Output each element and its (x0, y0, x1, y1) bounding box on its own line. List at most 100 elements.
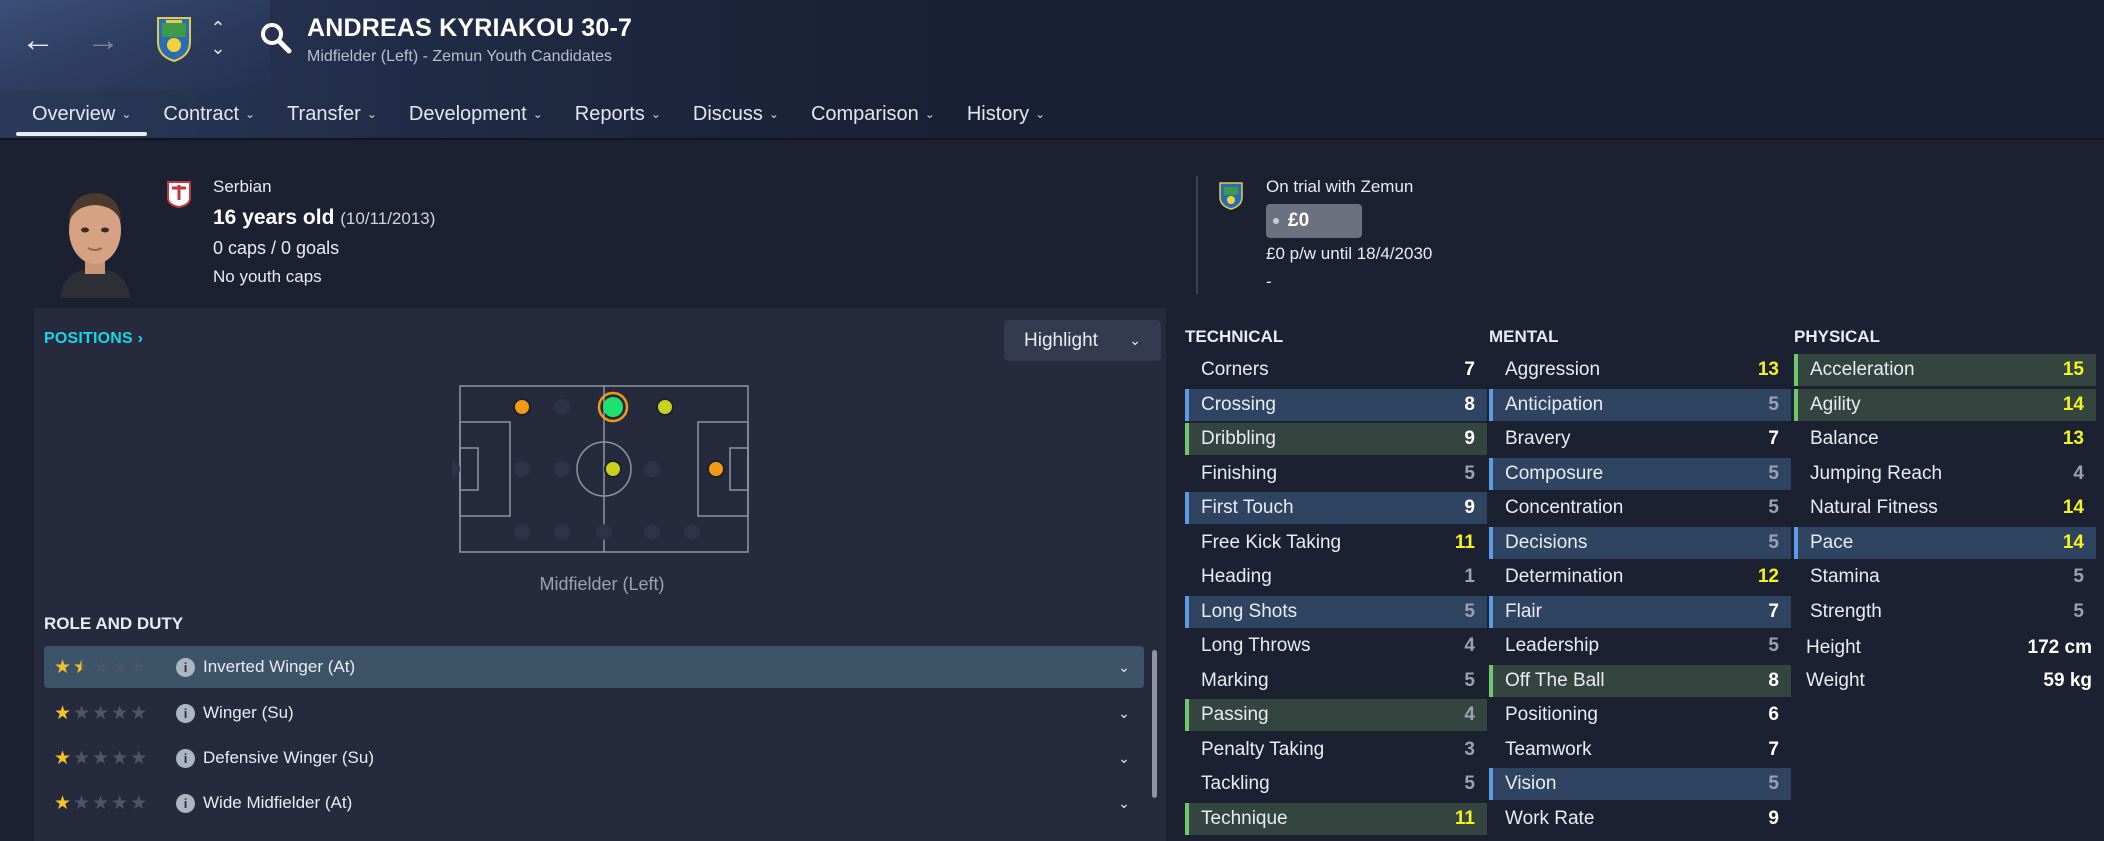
attribute-name: Crossing (1201, 394, 1276, 415)
role-rating-stars: ★ ★ ★ ★ ★ (54, 747, 148, 769)
chevron-down-icon[interactable]: ⌄ (1104, 659, 1144, 676)
attribute-name: Determination (1505, 566, 1624, 587)
attribute-row[interactable]: Leadership 5 (1489, 630, 1791, 662)
highlight-dropdown[interactable]: Highlight ⌄ (1004, 320, 1161, 361)
attribute-row[interactable]: Technique 11 (1185, 803, 1487, 835)
attribute-value: 5 (1768, 394, 1779, 415)
chevron-down-icon: ⌄ (245, 107, 256, 121)
attribute-value: 9 (1464, 497, 1475, 518)
attribute-name: Agility (1810, 394, 1861, 415)
attribute-row[interactable]: Long Shots 5 (1185, 596, 1487, 628)
attribute-row[interactable]: Anticipation 5 (1489, 389, 1791, 421)
attribute-value: 7 (1768, 428, 1779, 449)
attribute-row[interactable]: Jumping Reach 4 (1794, 458, 2096, 490)
attribute-name: Composure (1505, 463, 1604, 484)
info-icon[interactable]: i (176, 703, 195, 723)
attribute-row[interactable]: First Touch 9 (1185, 492, 1487, 524)
positions-link[interactable]: POSITIONS › (44, 330, 143, 348)
tab-reports[interactable]: Reports ⌄ (559, 92, 677, 136)
attribute-row[interactable]: Long Throws 4 (1185, 630, 1487, 662)
attribute-row[interactable]: Determination 12 (1489, 561, 1791, 593)
attribute-name: Jumping Reach (1810, 463, 1943, 484)
attribute-name: Strength (1810, 601, 1882, 622)
attribute-row[interactable]: Concentration 5 (1489, 492, 1791, 524)
serbia-flag-icon (167, 181, 191, 208)
attribute-name: Heading (1201, 566, 1272, 587)
back-arrow-icon[interactable]: ← (18, 20, 58, 60)
attribute-row[interactable]: Passing 4 (1185, 699, 1487, 731)
attribute-row[interactable]: Teamwork 7 (1489, 734, 1791, 766)
tab-development[interactable]: Development ⌄ (393, 92, 559, 136)
attribute-value: 5 (1464, 463, 1475, 484)
tab-overview[interactable]: Overview ⌄ (16, 92, 148, 136)
height-row: Height 172 cm (1806, 637, 2092, 665)
attribute-name: Bravery (1505, 428, 1571, 449)
attribute-value: 8 (1464, 394, 1475, 415)
attribute-name: Concentration (1505, 497, 1624, 518)
info-icon[interactable]: i (176, 748, 195, 768)
attribute-value: 11 (1454, 808, 1475, 829)
role-name: Defensive Winger (Su) (203, 748, 375, 767)
attribute-value: 7 (1464, 359, 1475, 380)
role-row-wide-midfielder[interactable]: ★ ★ ★ ★ ★ i Wide Midfielder (At) ⌄ (44, 782, 1144, 824)
attribute-row[interactable]: Off The Ball 8 (1489, 665, 1791, 697)
role-duty-title: ROLE AND DUTY (44, 614, 184, 633)
attribute-name: Aggression (1505, 359, 1601, 380)
role-list-scrollbar[interactable] (1152, 650, 1157, 798)
attribute-row[interactable]: Work Rate 9 (1489, 803, 1791, 835)
attribute-row[interactable]: Corners 7 (1185, 354, 1487, 386)
info-icon[interactable]: i (176, 657, 195, 677)
attribute-name: Flair (1505, 601, 1542, 622)
attribute-row[interactable]: Agility 14 (1794, 389, 2096, 421)
attribute-row[interactable]: Dribbling 9 (1185, 423, 1487, 455)
attribute-name: Tackling (1201, 773, 1270, 794)
attribute-row[interactable]: Aggression 13 (1489, 354, 1791, 386)
attribute-row[interactable]: Composure 5 (1489, 458, 1791, 490)
attribute-row[interactable]: Balance 13 (1794, 423, 2096, 455)
tab-label: Overview (32, 102, 116, 125)
attribute-value: 13 (1757, 359, 1779, 380)
info-icon[interactable]: i (176, 793, 195, 813)
attribute-row[interactable]: Heading 1 (1185, 561, 1487, 593)
attribute-row[interactable]: Bravery 7 (1489, 423, 1791, 455)
attribute-row[interactable]: Flair 7 (1489, 596, 1791, 628)
role-row-winger[interactable]: ★ ★ ★ ★ ★ i Winger (Su) ⌄ (44, 692, 1144, 734)
attribute-name: Decisions (1505, 532, 1588, 553)
attribute-row[interactable]: Natural Fitness 14 (1794, 492, 2096, 524)
forward-arrow-icon[interactable]: → (83, 20, 123, 60)
attribute-row[interactable]: Pace 14 (1794, 527, 2096, 559)
tab-history[interactable]: History ⌄ (951, 92, 1061, 136)
attribute-row[interactable]: Decisions 5 (1489, 527, 1791, 559)
tab-label: Transfer (287, 102, 361, 125)
attribute-row[interactable]: Marking 5 (1185, 665, 1487, 697)
attribute-name: Natural Fitness (1810, 497, 1938, 518)
attribute-row[interactable]: Vision 5 (1489, 768, 1791, 800)
chevron-down-icon[interactable]: ⌄ (1104, 750, 1144, 767)
club-crest-icon[interactable] (155, 14, 193, 62)
player-switch-chevrons-icon[interactable]: ⌃ ⌄ (207, 18, 229, 62)
tab-contract[interactable]: Contract ⌄ (147, 92, 271, 136)
attribute-row[interactable]: Tackling 5 (1185, 768, 1487, 800)
search-icon[interactable] (258, 20, 294, 56)
role-row-defensive-winger[interactable]: ★ ★ ★ ★ ★ i Defensive Winger (Su) ⌄ (44, 737, 1144, 779)
attribute-row[interactable]: Finishing 5 (1185, 458, 1487, 490)
nationality: Serbian (213, 177, 272, 196)
attribute-row[interactable]: Free Kick Taking 11 (1185, 527, 1487, 559)
role-row-inverted-winger[interactable]: ★ ★ ★ ★ ★ i Inverted Winger (At) ⌄ (44, 646, 1144, 688)
tab-discuss[interactable]: Discuss ⌄ (677, 92, 795, 136)
attribute-row[interactable]: Crossing 8 (1185, 389, 1487, 421)
attribute-row[interactable]: Penalty Taking 3 (1185, 734, 1487, 766)
attribute-row[interactable]: Acceleration 15 (1794, 354, 2096, 386)
position-marker (656, 398, 674, 416)
tab-comparison[interactable]: Comparison ⌄ (795, 92, 951, 136)
chevron-down-icon[interactable]: ⌄ (1104, 705, 1144, 722)
attribute-row[interactable]: Strength 5 (1794, 596, 2096, 628)
player-value-tag[interactable]: £0 (1266, 204, 1362, 238)
chevron-down-icon[interactable]: ⌄ (1104, 795, 1144, 812)
attribute-row[interactable]: Positioning 6 (1489, 699, 1791, 731)
attribute-row[interactable]: Stamina 5 (1794, 561, 2096, 593)
player-subtitle: Midfielder (Left) - Zemun Youth Candidat… (307, 48, 613, 65)
tab-transfer[interactable]: Transfer ⌄ (271, 92, 393, 136)
attribute-name: Penalty Taking (1201, 739, 1325, 760)
chevron-down-icon: ⌄ (1129, 332, 1141, 348)
